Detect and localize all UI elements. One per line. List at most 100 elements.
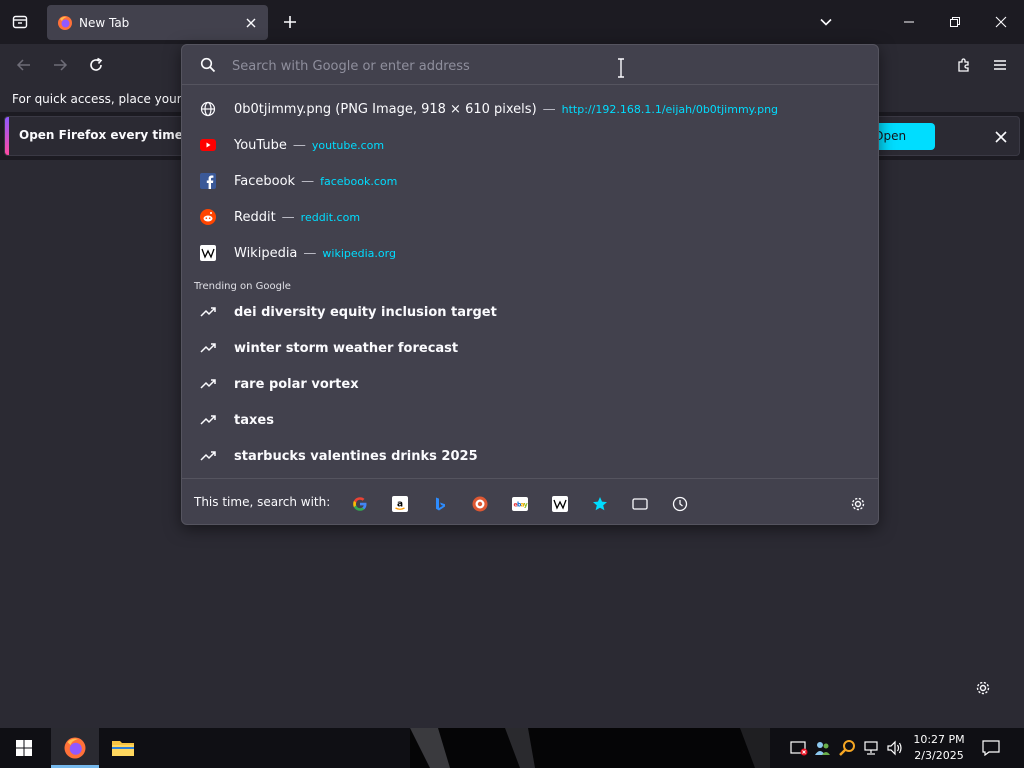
list-all-tabs-button[interactable] [812, 8, 840, 36]
result-row[interactable]: Facebook — facebook.com [188, 164, 874, 198]
gear-icon [851, 497, 865, 511]
extensions-button[interactable] [950, 51, 978, 79]
tabs-icon[interactable] [629, 493, 651, 515]
plus-icon [284, 16, 296, 28]
arrow-left-icon [16, 59, 30, 71]
restore-button[interactable] [932, 0, 978, 44]
amazon-icon[interactable]: a [389, 493, 411, 515]
trending-icon [200, 448, 216, 464]
trending-icon [200, 304, 216, 320]
start-button[interactable] [0, 728, 48, 768]
trending-row[interactable]: rare polar vortex [188, 367, 874, 401]
result-title: 0b0tjimmy.png (PNG Image, 918 × 610 pixe… [234, 101, 537, 117]
text-cursor-icon [618, 58, 624, 78]
trending-text: starbucks valentines drinks 2025 [234, 448, 478, 464]
result-url: youtube.com [311, 138, 385, 152]
action-center-button[interactable] [978, 736, 1004, 760]
notification-close-button[interactable] [989, 125, 1013, 149]
people-icon[interactable] [813, 738, 833, 758]
notification-icon [982, 740, 1000, 756]
bookmarks-icon[interactable] [589, 493, 611, 515]
trending-row[interactable]: taxes [188, 403, 874, 437]
google-icon[interactable] [349, 493, 371, 515]
search-key-icon[interactable] [837, 738, 857, 758]
search-icon [200, 57, 216, 73]
result-separator: — [303, 245, 317, 261]
firefox-logo-icon [57, 15, 73, 31]
firefox-logo-icon [64, 737, 86, 759]
trending-icon [200, 376, 216, 392]
urlbar-input[interactable] [232, 55, 832, 77]
close-tab-icon[interactable] [240, 12, 262, 34]
trending-text: taxes [234, 412, 274, 428]
tab-new-tab[interactable]: New Tab [47, 5, 268, 40]
trending-row[interactable]: winter storm weather forecast [188, 331, 874, 365]
trending-icon [200, 340, 216, 356]
trending-group-label: Trending on Google [194, 281, 291, 292]
minimize-icon [904, 21, 914, 23]
result-row[interactable]: 0b0tjimmy.png (PNG Image, 918 × 610 pixe… [188, 92, 874, 126]
result-url: wikipedia.org [322, 246, 396, 260]
one-off-label: This time, search with: [194, 495, 331, 509]
restore-icon [950, 17, 960, 27]
windows-logo-icon [16, 740, 32, 756]
reload-button[interactable] [82, 51, 110, 79]
result-separator: — [292, 137, 306, 153]
taskbar-clock[interactable]: 10:27 PM 2/3/2025 [908, 732, 970, 764]
app-menu-button[interactable] [986, 51, 1014, 79]
tab-title: New Tab [79, 15, 130, 30]
trending-row[interactable]: starbucks valentines drinks 2025 [188, 439, 874, 473]
result-row[interactable]: Wikipedia — wikipedia.org [188, 236, 874, 270]
tab-strip: New Tab [0, 0, 1024, 44]
result-title: Facebook [234, 173, 296, 189]
globe-icon [200, 101, 216, 117]
result-title: Wikipedia [234, 245, 298, 261]
trending-icon [200, 412, 216, 428]
bing-icon[interactable] [429, 493, 451, 515]
chevron-down-icon [820, 18, 832, 26]
trending-text: rare polar vortex [234, 376, 359, 392]
result-title: YouTube [234, 137, 287, 153]
reddit-icon [200, 209, 216, 225]
svg-text:a: a [397, 500, 403, 510]
duckduckgo-icon[interactable] [469, 493, 491, 515]
network-icon[interactable] [861, 738, 881, 758]
gear-icon [976, 681, 990, 695]
windows-taskbar: 10:27 PM 2/3/2025 [0, 728, 1024, 768]
clock-time: 10:27 PM [913, 733, 965, 746]
close-icon [995, 16, 1007, 28]
new-tab-button[interactable] [277, 9, 303, 35]
puzzle-icon [958, 58, 969, 72]
urlbar-dropdown: 0b0tjimmy.png (PNG Image, 918 × 610 pixe… [181, 44, 879, 525]
wallpaper-strip [410, 728, 770, 768]
security-icon[interactable] [789, 738, 809, 758]
notification-accent [5, 117, 9, 155]
result-title: Reddit [234, 209, 276, 225]
history-icon[interactable] [669, 493, 691, 515]
search-settings-button[interactable] [847, 493, 869, 515]
customize-new-tab-button[interactable] [970, 675, 996, 701]
minimize-button[interactable] [886, 0, 932, 44]
result-row[interactable]: YouTube — youtube.com [188, 128, 874, 162]
close-icon [995, 131, 1007, 143]
ebay-icon[interactable]: ebay [509, 493, 531, 515]
arrow-right-icon [54, 59, 68, 71]
clock-date: 2/3/2025 [914, 749, 964, 762]
firefox-view-button[interactable] [6, 8, 34, 36]
forward-button[interactable] [46, 51, 74, 79]
volume-icon[interactable] [885, 738, 905, 758]
taskbar-file-explorer-button[interactable] [99, 728, 147, 768]
back-button[interactable] [10, 51, 38, 79]
facebook-icon [200, 173, 216, 189]
youtube-icon [200, 137, 216, 153]
result-row[interactable]: Reddit — reddit.com [188, 200, 874, 234]
taskbar-firefox-button[interactable] [51, 728, 99, 768]
urlbar-input-row [182, 45, 878, 85]
hamburger-menu-icon [994, 60, 1006, 70]
result-separator: — [542, 101, 556, 117]
one-off-search-bar: This time, search with: a ebay [182, 478, 878, 525]
close-window-button[interactable] [978, 0, 1024, 44]
wikipedia-icon[interactable] [549, 493, 571, 515]
result-separator: — [281, 209, 295, 225]
trending-row[interactable]: dei diversity equity inclusion target [188, 295, 874, 329]
